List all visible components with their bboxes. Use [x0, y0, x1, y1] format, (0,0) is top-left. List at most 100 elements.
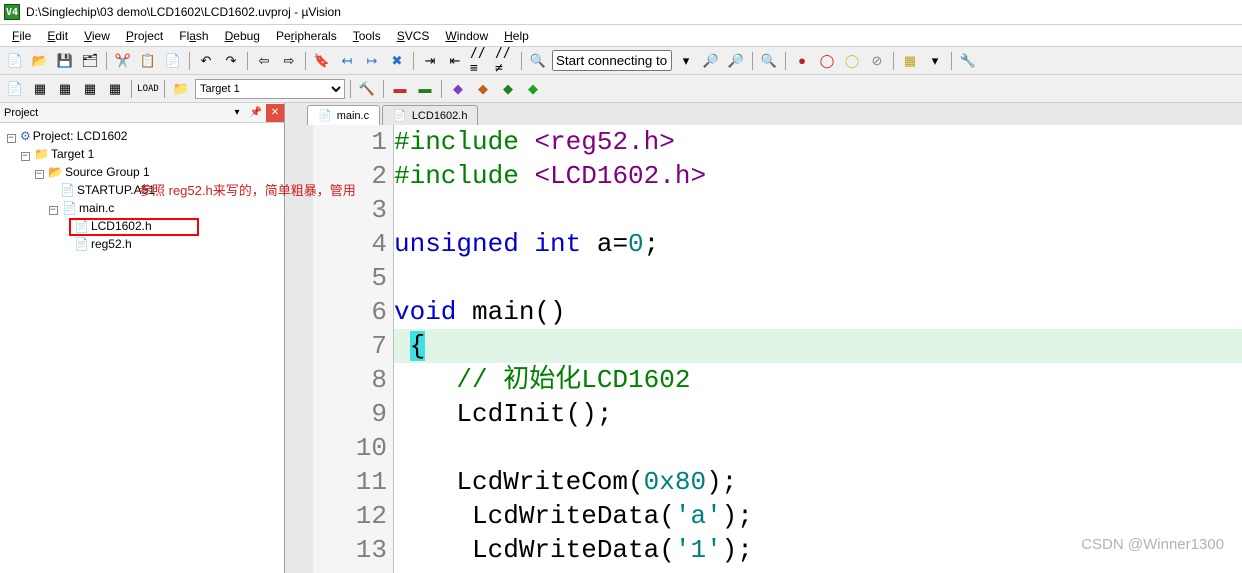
- project-panel: Project ▾ 📌 ✕ − ⚙ Project: LCD1602 − 📁 T…: [0, 103, 285, 573]
- file-ext-button[interactable]: ▬: [389, 78, 411, 100]
- tree-file-reg52h[interactable]: 📄 reg52.h: [4, 235, 284, 253]
- tab-main-c[interactable]: 📄 main.c: [307, 105, 380, 125]
- target-folder-icon: 📁: [34, 147, 49, 161]
- download-button[interactable]: LOAD: [137, 78, 159, 100]
- batch-build-button[interactable]: ▦: [79, 78, 101, 100]
- tab-label: LCD1602.h: [412, 110, 468, 122]
- func-button[interactable]: ◆: [472, 78, 494, 100]
- menu-project[interactable]: Project: [118, 25, 171, 46]
- bookmark-button[interactable]: 🔖: [311, 50, 333, 72]
- bookmark-next-button[interactable]: ↦: [361, 50, 383, 72]
- redo-button[interactable]: ↷: [220, 50, 242, 72]
- code-content[interactable]: #include <reg52.h>#include <LCD1602.h>un…: [394, 125, 1242, 573]
- expand-icon[interactable]: −: [49, 206, 58, 215]
- panel-pin-button[interactable]: ▾: [228, 104, 246, 122]
- cut-button[interactable]: ✂️: [112, 50, 134, 72]
- app-icon: V4: [4, 4, 20, 20]
- file-icon: 📄: [60, 183, 75, 197]
- templ-button[interactable]: ◆: [497, 78, 519, 100]
- debug-button[interactable]: 🔍: [758, 50, 780, 72]
- tab-label: main.c: [337, 110, 369, 122]
- annotation-text: 参照 reg52.h来写的，简单粗暴，管用: [139, 180, 356, 199]
- editor-area: 📄 main.c 📄 LCD1602.h 12345678910111213 #…: [285, 103, 1242, 573]
- menu-peripherals[interactable]: Peripherals: [268, 25, 345, 46]
- stop-build-button[interactable]: ▦: [104, 78, 126, 100]
- menu-debug[interactable]: Debug: [217, 25, 268, 46]
- tab-lcd1602-h[interactable]: 📄 LCD1602.h: [382, 105, 478, 125]
- breakpoint-disable[interactable]: ◯: [841, 50, 863, 72]
- undo-button[interactable]: ↶: [195, 50, 217, 72]
- expand-icon[interactable]: −: [35, 170, 44, 179]
- copy-button[interactable]: 📋: [137, 50, 159, 72]
- editor-tabbar: 📄 main.c 📄 LCD1602.h: [285, 103, 1242, 125]
- outdent-button[interactable]: ⇤: [444, 50, 466, 72]
- nav-fwd-button[interactable]: ⇨: [278, 50, 300, 72]
- indent-button[interactable]: ⇥: [419, 50, 441, 72]
- tree-target[interactable]: − 📁 Target 1: [4, 145, 284, 163]
- file-icon: 📄: [318, 109, 332, 122]
- sim-button[interactable]: ◆: [522, 78, 544, 100]
- new-file-button[interactable]: 📄: [4, 50, 26, 72]
- toolbar-build: 📄 ▦ ▦ ▦ ▦ LOAD 📁 Target 1 🔨 ▬ ▬ ◆ ◆ ◆ ◆: [0, 75, 1242, 103]
- comment-button[interactable]: //≡: [469, 50, 491, 72]
- find-in-files-button[interactable]: 🔍: [527, 50, 549, 72]
- nav-back-button[interactable]: ⇦: [253, 50, 275, 72]
- titlebar: V4 D:\Singlechip\03 demo\LCD1602\LCD1602…: [0, 0, 1242, 25]
- manage-env-button[interactable]: ▬: [414, 78, 436, 100]
- menu-edit[interactable]: Edit: [39, 25, 76, 46]
- watermark: CSDN @Winner1300: [1081, 536, 1224, 553]
- menu-file[interactable]: File: [4, 25, 39, 46]
- file-icon: 📄: [74, 219, 89, 233]
- window-title: D:\Singlechip\03 demo\LCD1602\LCD1602.uv…: [26, 5, 341, 19]
- books-button[interactable]: ◆: [447, 78, 469, 100]
- menu-svcs[interactable]: SVCS: [389, 25, 438, 46]
- menu-view[interactable]: View: [76, 25, 118, 46]
- breakpoint-insert[interactable]: ●: [791, 50, 813, 72]
- toolbar-standard: 📄 📂 💾 🗂 ✂️ 📋 📄 ↶ ↷ ⇦ ⇨ 🔖 ↤ ↦ ✖ ⇥ ⇤ //≡ /…: [0, 47, 1242, 75]
- rebuild-button[interactable]: ▦: [54, 78, 76, 100]
- save-button[interactable]: 💾: [54, 50, 76, 72]
- expand-icon[interactable]: −: [21, 152, 30, 161]
- tree-file-lcd1602h[interactable]: 📄 LCD1602.h: [4, 217, 284, 235]
- find-input[interactable]: [552, 50, 672, 71]
- panel-close-button[interactable]: ✕: [266, 104, 284, 122]
- tree-group[interactable]: − 📂 Source Group 1: [4, 163, 284, 181]
- tree-label: main.c: [79, 201, 114, 215]
- panel-dock-button[interactable]: 📌: [247, 104, 265, 122]
- file-icon: 📄: [62, 201, 77, 215]
- tree-file-mainc[interactable]: − 📄 main.c: [4, 199, 284, 217]
- file-icon: 📄: [393, 109, 407, 122]
- breakpoint-kill[interactable]: ⊘: [866, 50, 888, 72]
- open-file-button[interactable]: 📂: [29, 50, 51, 72]
- window-layout-button[interactable]: ▦: [899, 50, 921, 72]
- bookmark-clear-button[interactable]: ✖: [386, 50, 408, 72]
- translate-button[interactable]: 📄: [4, 78, 26, 100]
- uncomment-button[interactable]: //≠: [494, 50, 516, 72]
- tree-project-root[interactable]: − ⚙ Project: LCD1602: [4, 127, 284, 145]
- tree-label: Source Group 1: [65, 165, 150, 179]
- configure-button[interactable]: 🔧: [957, 50, 979, 72]
- save-all-button[interactable]: 🗂: [79, 50, 101, 72]
- layout-dropdown[interactable]: ▾: [924, 50, 946, 72]
- project-panel-title: Project: [4, 107, 38, 119]
- build-button[interactable]: ▦: [29, 78, 51, 100]
- tree-label: Target 1: [51, 147, 94, 161]
- find-dropdown[interactable]: ▾: [675, 50, 697, 72]
- target-options-button[interactable]: 📁: [170, 78, 192, 100]
- bookmark-prev-button[interactable]: ↤: [336, 50, 358, 72]
- menubar: File Edit View Project Flash Debug Perip…: [0, 25, 1242, 47]
- menu-flash[interactable]: Flash: [171, 25, 216, 46]
- menu-window[interactable]: Window: [437, 25, 496, 46]
- find-prev-button[interactable]: 🔎: [725, 50, 747, 72]
- find-next-button[interactable]: 🔎: [700, 50, 722, 72]
- project-icon: ⚙: [20, 129, 31, 143]
- expand-icon[interactable]: −: [7, 134, 16, 143]
- tree-label: LCD1602.h: [91, 219, 152, 233]
- menu-tools[interactable]: Tools: [345, 25, 389, 46]
- code-editor[interactable]: 12345678910111213 #include <reg52.h>#inc…: [285, 125, 1242, 573]
- menu-help[interactable]: Help: [496, 25, 537, 46]
- target-select[interactable]: Target 1: [195, 79, 345, 99]
- breakpoint-enable[interactable]: ◯: [816, 50, 838, 72]
- paste-button[interactable]: 📄: [162, 50, 184, 72]
- options-button[interactable]: 🔨: [356, 78, 378, 100]
